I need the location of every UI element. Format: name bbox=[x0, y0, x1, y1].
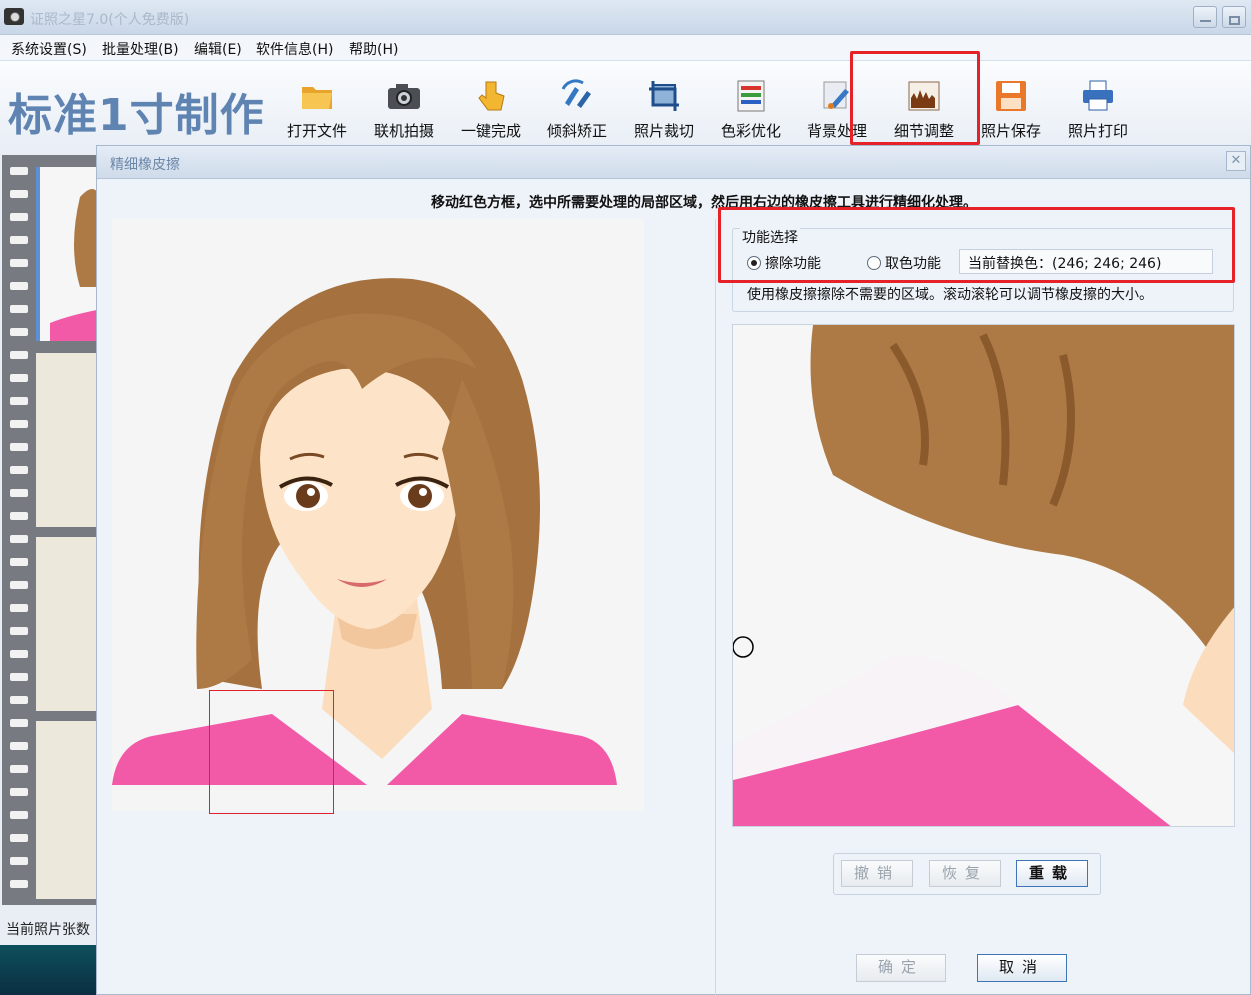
close-window-button[interactable] bbox=[1222, 6, 1246, 28]
dialog-close-button[interactable]: ✕ bbox=[1226, 151, 1246, 171]
folder-icon bbox=[302, 87, 332, 109]
highlight-detail-adjust bbox=[850, 51, 980, 145]
hand-pointer-icon bbox=[478, 81, 505, 111]
brand-title: 标准1寸制作 bbox=[8, 90, 265, 141]
portrait-thumbnail bbox=[50, 189, 98, 341]
ok-button[interactable]: 确定 bbox=[856, 954, 946, 982]
photo-preview[interactable] bbox=[112, 219, 644, 814]
photo-thumbnail[interactable] bbox=[36, 721, 98, 899]
eraser-hint: 使用橡皮擦擦除不需要的区域。滚动滚轮可以调节橡皮擦的大小。 bbox=[747, 287, 1153, 303]
tilt-correct-button[interactable]: 倾斜矫正 bbox=[537, 75, 617, 140]
toolbar: 标准1寸制作 打开文件 联机拍摄 一键完成 倾斜矫正 照片裁切 色彩优化 背景处… bbox=[0, 61, 1251, 145]
tool-label: 倾斜矫正 bbox=[546, 122, 607, 140]
cancel-button[interactable]: 取消 bbox=[977, 954, 1067, 982]
camera-app-icon bbox=[4, 8, 24, 25]
undo-button[interactable]: 撤销 bbox=[841, 860, 913, 887]
selection-box[interactable] bbox=[209, 690, 334, 814]
crop-button[interactable]: 照片裁切 bbox=[624, 75, 704, 140]
highlight-function-group bbox=[718, 207, 1235, 283]
menu-edit[interactable]: 编辑(E) bbox=[194, 39, 242, 59]
menu-system-settings[interactable]: 系统设置(S) bbox=[11, 39, 87, 59]
vertical-divider bbox=[715, 219, 716, 995]
edit-button-group: 撤销 恢复 重载 bbox=[833, 853, 1101, 895]
fine-eraser-dialog: 精细橡皮擦 ✕ 移动红色方框，选中所需要处理的局部区域，然后用右边的橡皮擦工具进… bbox=[96, 145, 1251, 995]
crop-icon bbox=[649, 81, 679, 111]
camera-icon bbox=[388, 84, 420, 109]
rotate-icon bbox=[561, 79, 591, 108]
camera-capture-button[interactable]: 联机拍摄 bbox=[364, 75, 444, 140]
tool-label: 打开文件 bbox=[286, 122, 347, 140]
tool-label: 色彩优化 bbox=[720, 122, 781, 140]
print-photo-button[interactable]: 照片打印 bbox=[1058, 75, 1138, 140]
title-bar: 证照之星7.0(个人免费版) bbox=[0, 0, 1251, 35]
open-file-button[interactable]: 打开文件 bbox=[277, 75, 357, 140]
color-optimize-button[interactable]: 色彩优化 bbox=[711, 75, 791, 140]
color-bars-icon bbox=[737, 80, 765, 112]
menu-bar: 系统设置(S) 批量处理(B) 编辑(E) 软件信息(H) 帮助(H) bbox=[0, 35, 1251, 61]
redo-button[interactable]: 恢复 bbox=[929, 860, 1001, 887]
printer-icon bbox=[1083, 80, 1113, 111]
photo-thumbnail[interactable] bbox=[36, 353, 98, 527]
tool-label: 联机拍摄 bbox=[373, 122, 434, 140]
tool-label: 照片保存 bbox=[980, 122, 1041, 140]
dialog-title-bar: 精细橡皮擦 ✕ bbox=[97, 146, 1250, 179]
menu-software-info[interactable]: 软件信息(H) bbox=[256, 39, 333, 59]
photo-film-strip bbox=[2, 155, 98, 905]
window-title: 证照之星7.0(个人免费版) bbox=[30, 12, 190, 28]
reload-button[interactable]: 重载 bbox=[1016, 860, 1088, 887]
taskbar-strip bbox=[0, 945, 96, 995]
tool-label: 一键完成 bbox=[460, 122, 521, 140]
zoom-canvas[interactable] bbox=[732, 324, 1235, 827]
portrait-image bbox=[112, 278, 617, 785]
photo-thumbnail[interactable] bbox=[36, 537, 98, 711]
tool-label: 照片裁切 bbox=[633, 122, 694, 140]
one-click-button[interactable]: 一键完成 bbox=[451, 75, 531, 140]
dialog-title: 精细橡皮擦 bbox=[110, 157, 180, 173]
save-disk-icon bbox=[996, 81, 1026, 111]
menu-help[interactable]: 帮助(H) bbox=[349, 39, 398, 59]
minimize-button[interactable] bbox=[1193, 6, 1217, 28]
save-photo-button[interactable]: 照片保存 bbox=[971, 75, 1051, 140]
photo-count-label: 当前照片张数 bbox=[6, 922, 90, 938]
photo-thumbnail-selected[interactable] bbox=[36, 167, 98, 341]
menu-batch[interactable]: 批量处理(B) bbox=[102, 39, 179, 59]
zoomed-image bbox=[733, 325, 1234, 826]
tool-label: 照片打印 bbox=[1067, 122, 1128, 140]
